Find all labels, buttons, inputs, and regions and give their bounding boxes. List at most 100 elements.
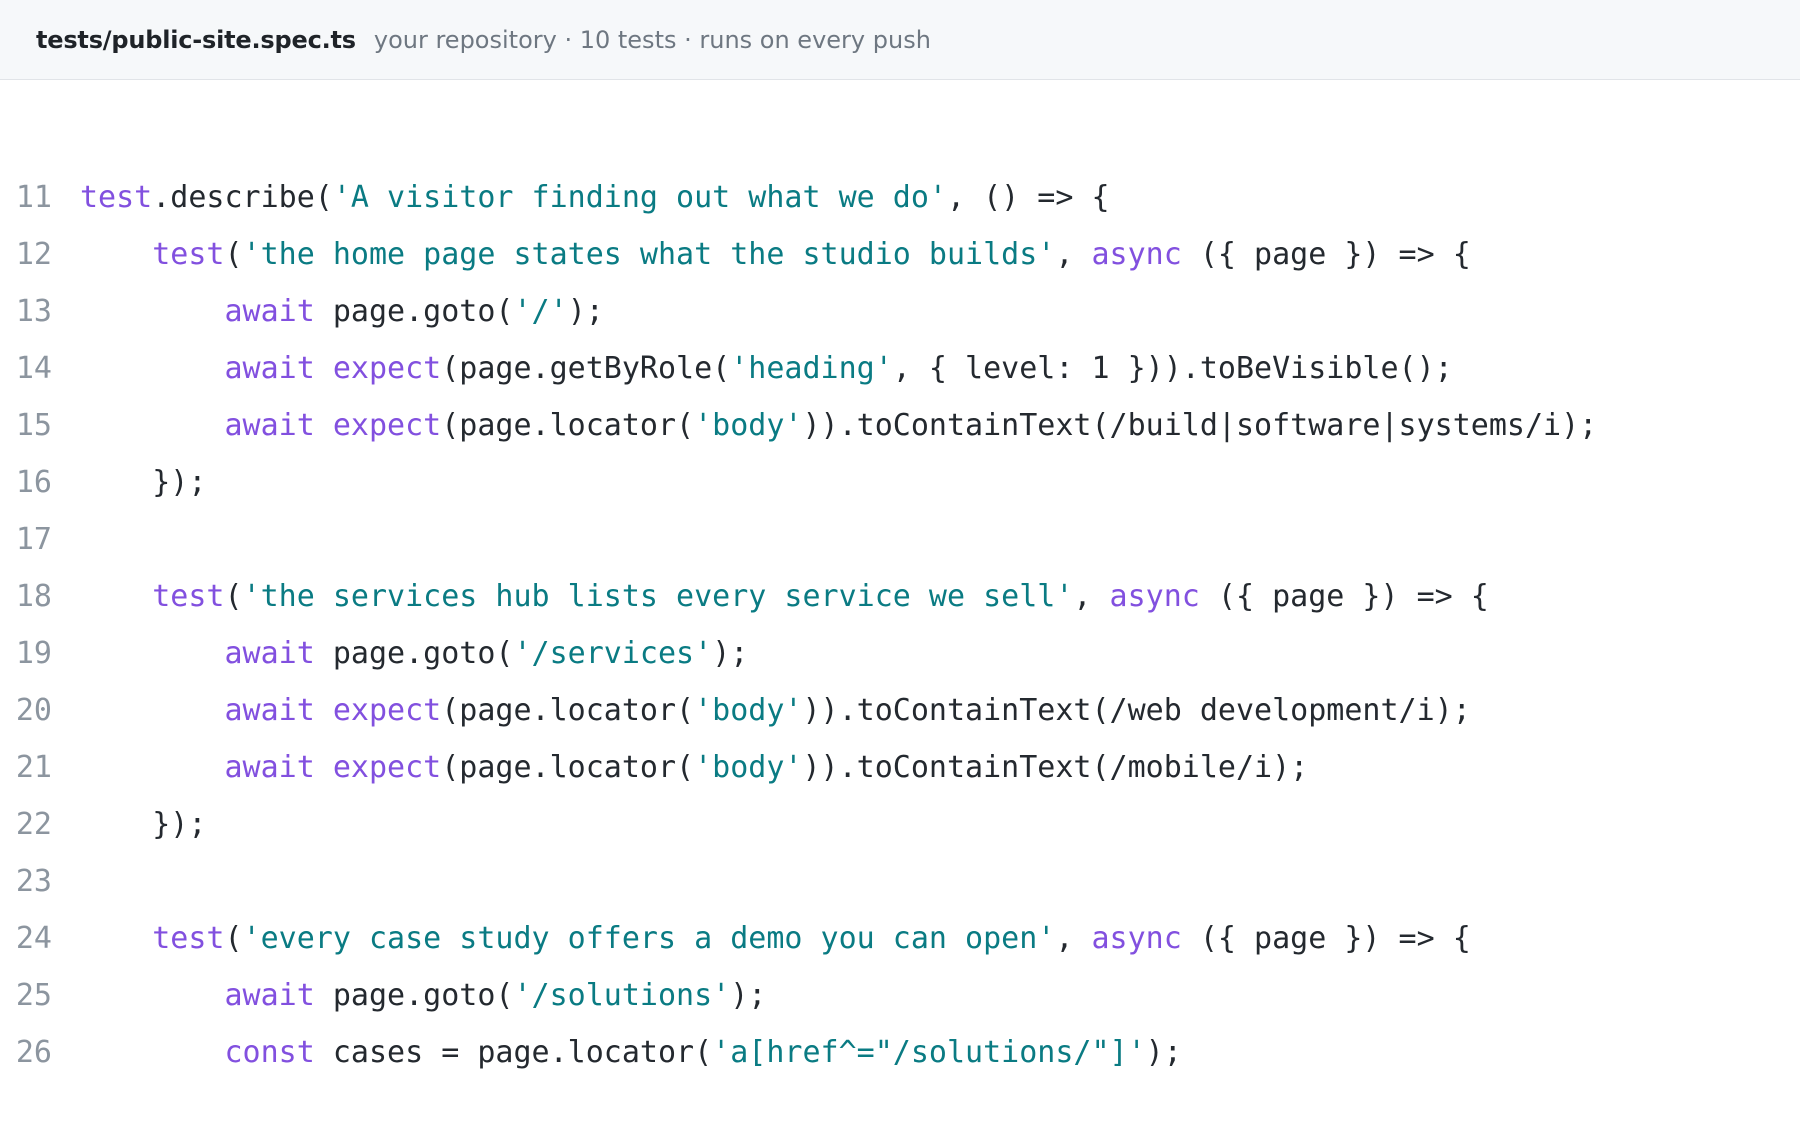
keyword-token: await [224,408,315,443]
line-number: 22 [15,807,52,842]
keyword-token: test [152,579,225,614]
keyword-token: test [80,180,153,215]
line-source: await expect(page.locator('body')).toCon… [80,682,1471,739]
line-number: 25 [15,978,52,1013]
keyword-token: const [224,1035,315,1070]
code-token: page.goto( [314,294,514,329]
line-number: 26 [15,1035,52,1070]
code-token: ); [712,636,749,671]
string-token: 'body' [694,750,803,785]
file-meta: your repository · 10 tests · runs on eve… [373,25,931,54]
code-token: page.goto( [314,636,514,671]
line-number: 23 [15,864,52,899]
line-source: }); [80,454,206,511]
line-source: test.describe('A visitor finding out wha… [80,169,1110,226]
code-token: (page.locator( [441,750,695,785]
keyword-token: test [152,921,225,956]
keyword-token: await [224,636,315,671]
string-token: 'every case study offers a demo you can … [242,921,1056,956]
code-token: ( [224,237,243,272]
line-number: 18 [15,579,52,614]
line-number: 16 [15,465,52,500]
line-number: 11 [15,180,52,215]
line-number: 21 [15,750,52,785]
line-number: 15 [15,408,52,443]
line-source: test('the home page states what the stud… [80,226,1471,283]
code-token: ); [1145,1035,1182,1070]
code-line: 16 }); [0,465,1800,539]
code-token: ); [567,294,604,329]
code-token: page.goto( [314,978,514,1013]
line-number: 24 [15,921,52,956]
line-source: test('the services hub lists every servi… [80,568,1489,625]
line-source: test('every case study offers a demo you… [80,910,1471,967]
line-source: const cases = page.locator('a[href^="/so… [80,1024,1182,1081]
keyword-token: expect [332,351,442,386]
string-token: 'the home page states what the studio bu… [242,237,1056,272]
code-token: ( [224,579,243,614]
line-source: await expect(page.locator('body')).toCon… [80,739,1309,796]
line-number: 17 [15,522,52,557]
string-token: '/services' [513,636,713,671]
code-line: 15 await expect(page.locator('body')).to… [0,408,1800,482]
code-token: ); [730,978,767,1013]
keyword-token: await [224,750,315,785]
keyword-token: test [152,237,225,272]
line-number: 19 [15,636,52,671]
code-token: .describe( [152,180,333,215]
code-token: (page.locator( [441,693,695,728]
code-token: (page.getByRole( [441,351,731,386]
file-header: tests/public-site.spec.ts your repositor… [0,0,1800,80]
code-token: )).toContainText(/web development/i); [802,693,1471,728]
code-token: cases = page.locator( [314,1035,713,1070]
line-source: await page.goto('/services'); [80,625,749,682]
line-source: await expect(page.locator('body')).toCon… [80,397,1598,454]
code-token: , [1055,921,1092,956]
line-source: }); [80,796,206,853]
string-token: '/' [513,294,568,329]
line-number: 14 [15,351,52,386]
keyword-token: async [1109,579,1200,614]
string-token: 'A visitor finding out what we do' [332,180,947,215]
line-source: await expect(page.getByRole('heading', {… [80,340,1453,397]
keyword-token: async [1091,237,1182,272]
code-token: , [1055,237,1092,272]
file-name[interactable]: tests/public-site.spec.ts [36,26,356,54]
string-token: 'the services hub lists every service we… [242,579,1074,614]
keyword-token: expect [332,750,442,785]
line-source: await page.goto('/solutions'); [80,967,767,1024]
keyword-token: await [224,294,315,329]
code-token: , { level: 1 })).toBeVisible(); [892,351,1453,386]
code-token: , [1073,579,1110,614]
line-number: 12 [15,237,52,272]
keyword-token: await [224,351,315,386]
keyword-token: async [1091,921,1182,956]
string-token: '/solutions' [513,978,731,1013]
code-token: ( [224,921,243,956]
code-token: }); [80,465,207,500]
keyword-token: await [224,978,315,1013]
code-line: 22 }); [0,807,1800,881]
code-token: ({ page }) => { [1181,237,1471,272]
string-token: 'heading' [730,351,893,386]
line-source: await page.goto('/'); [80,283,604,340]
code-token: ({ page }) => { [1181,921,1471,956]
line-number: 20 [15,693,52,728]
code-token: }); [80,807,207,842]
code-line: 26 const cases = page.locator('a[href^="… [0,1035,1800,1109]
code-token: ({ page }) => { [1199,579,1489,614]
code-token: , () => { [946,180,1110,215]
